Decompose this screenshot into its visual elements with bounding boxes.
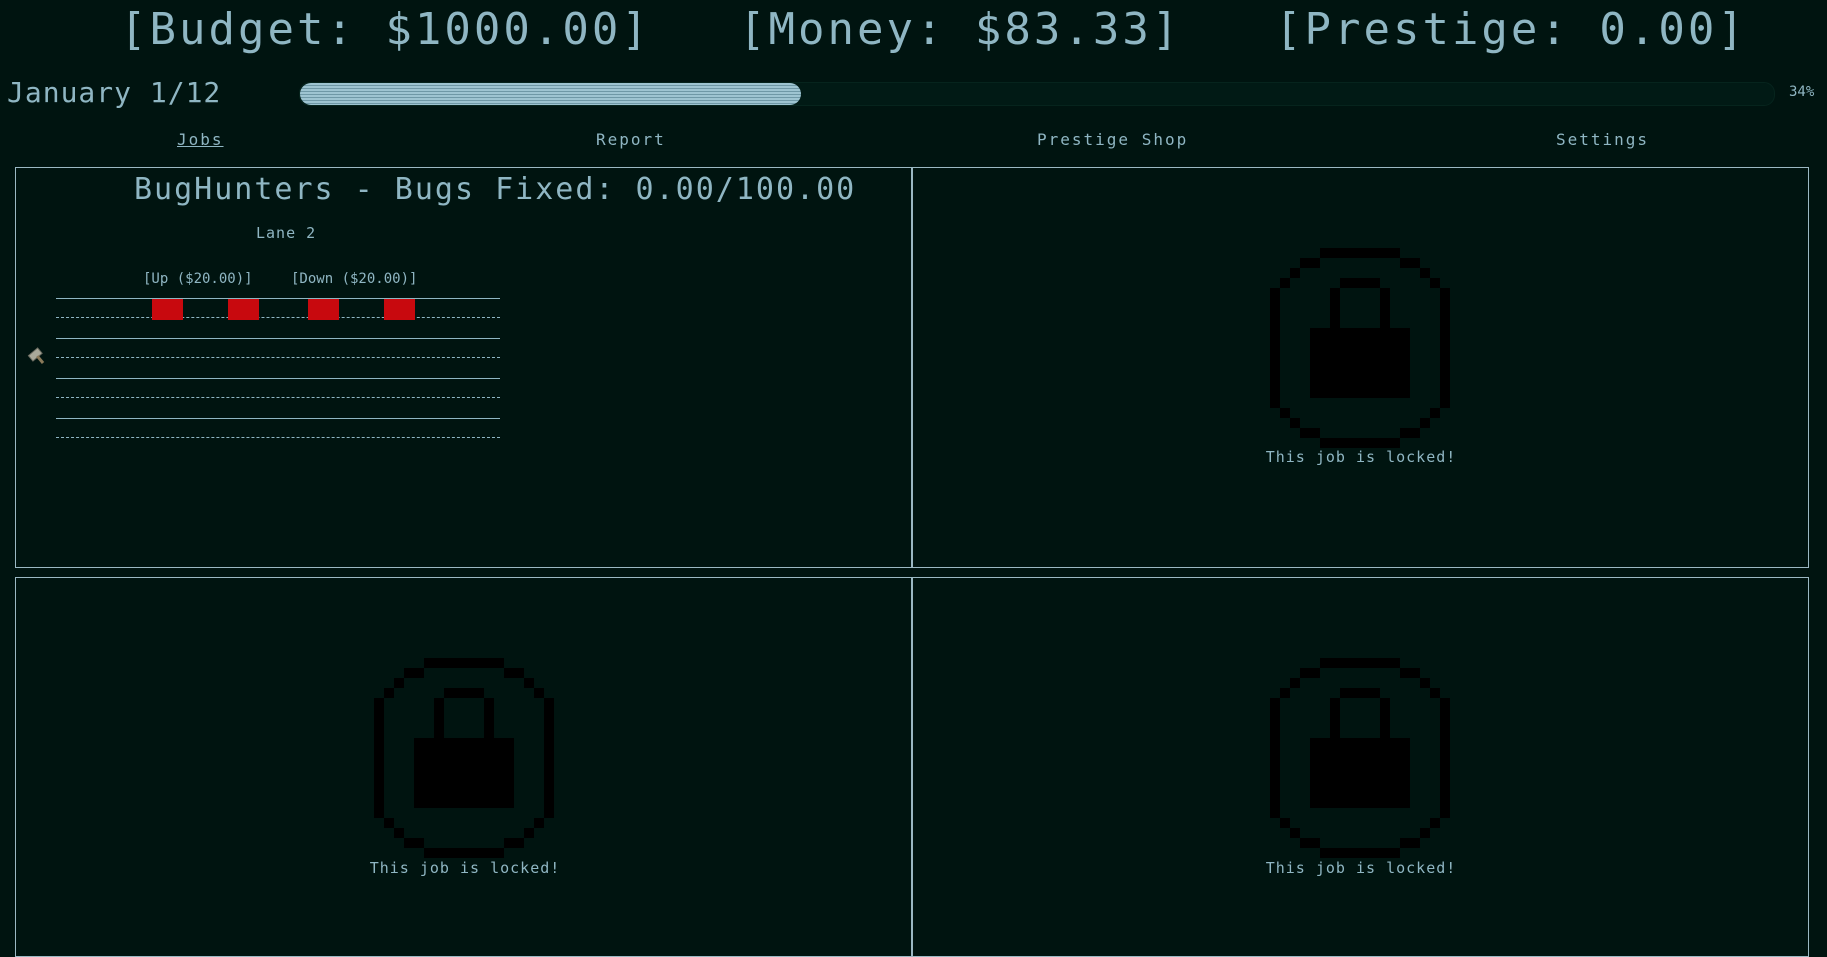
budget-display: [Budget: $1000.00] <box>120 4 651 55</box>
prestige-display: [Prestige: 0.00] <box>1275 4 1747 55</box>
lock-icon <box>374 658 554 858</box>
lock-icon <box>1270 248 1450 448</box>
lock-icon <box>1270 658 1450 858</box>
locked-message: This job is locked! <box>1265 859 1457 877</box>
job-panel-locked: This job is locked! <box>911 167 1809 568</box>
tab-settings[interactable]: Settings <box>1556 130 1649 149</box>
lane-divider <box>56 378 500 379</box>
job-panel-bughunters: BugHunters - Bugs Fixed: 0.00/100.00 Lan… <box>15 167 913 568</box>
stats-bar: [Budget: $1000.00] [Money: $83.33] [Pres… <box>0 4 1827 56</box>
month-progress-bar <box>299 82 1775 106</box>
lane-divider <box>56 298 500 299</box>
lane-divider <box>56 338 500 339</box>
tab-prestige-shop[interactable]: Prestige Shop <box>1037 130 1188 149</box>
lane-centerline <box>56 357 500 358</box>
job-panel-locked: This job is locked! <box>15 577 913 957</box>
month-label: January 1/12 <box>7 76 222 109</box>
lane-centerline <box>56 317 500 318</box>
month-progress-fill <box>300 83 802 105</box>
month-progress-percent: 34% <box>1789 84 1815 100</box>
lane-up-button[interactable]: [Up ($20.00)] <box>143 271 253 287</box>
main-nav: Jobs Report Prestige Shop Settings <box>0 130 1827 152</box>
job-title: BugHunters - Bugs Fixed: 0.00/100.00 <box>134 172 857 207</box>
lane-down-button[interactable]: [Down ($20.00)] <box>291 271 417 287</box>
money-display: [Money: $83.33] <box>739 4 1182 55</box>
tab-report[interactable]: Report <box>596 130 666 149</box>
tab-jobs[interactable]: Jobs <box>177 130 224 149</box>
hammer-icon <box>27 347 45 364</box>
lane-centerline <box>56 437 500 438</box>
locked-message: This job is locked! <box>369 859 561 877</box>
lane-divider <box>56 418 500 419</box>
lane-label: Lane 2 <box>256 224 317 242</box>
job-panel-locked: This job is locked! <box>911 577 1809 957</box>
lane-centerline <box>56 397 500 398</box>
bug <box>228 299 259 320</box>
bug <box>308 299 339 320</box>
bug <box>384 299 415 320</box>
locked-message: This job is locked! <box>1265 448 1457 466</box>
bug <box>152 299 183 320</box>
